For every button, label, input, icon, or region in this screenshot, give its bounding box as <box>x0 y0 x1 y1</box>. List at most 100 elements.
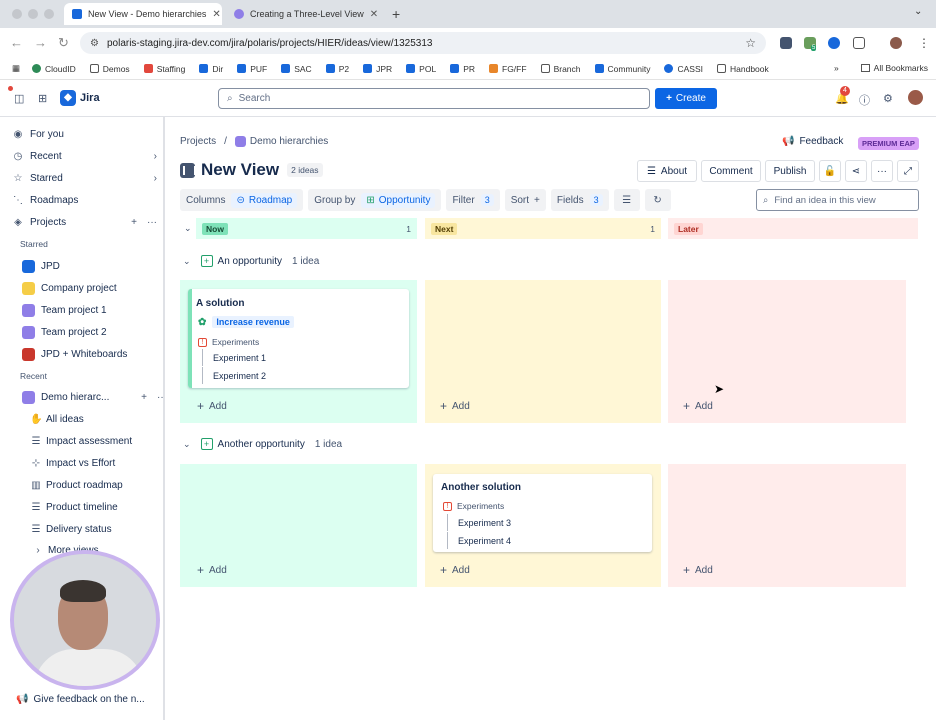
collapse-all-chevron-icon[interactable]: ⌄ <box>184 223 192 234</box>
bookmark-item[interactable]: Community <box>594 64 650 74</box>
profile-avatar[interactable] <box>890 37 902 49</box>
create-button[interactable]: + Create <box>655 88 717 109</box>
view-item-all-ideas[interactable]: ✋ All ideas <box>30 410 84 428</box>
all-bookmarks-button[interactable]: All Bookmarks <box>874 63 928 73</box>
bookmark-item[interactable]: PR <box>450 64 475 74</box>
search-input[interactable]: ⌕ Search <box>218 88 650 109</box>
new-tab-button[interactable]: + <box>392 6 400 22</box>
bookmark-item[interactable]: Dir <box>199 64 223 74</box>
project-item-jpd-whiteboards[interactable]: JPD + Whiteboards <box>22 345 163 363</box>
swimlane-header[interactable]: ⌄ + An opportunity 1 idea <box>183 252 319 270</box>
column-header-now[interactable]: Now 1 <box>196 218 417 239</box>
chevron-down-icon[interactable]: ⌄ <box>914 6 922 17</box>
bookmark-item[interactable]: Branch <box>540 64 581 74</box>
bookmark-item[interactable]: SAC <box>281 64 312 74</box>
reload-icon[interactable]: ↻ <box>58 35 69 51</box>
jira-logo-icon[interactable]: ◆ <box>60 90 76 106</box>
view-title-text[interactable]: New View <box>201 160 279 180</box>
give-feedback-link[interactable]: 📢 Give feedback on the n... <box>16 694 145 705</box>
project-item-company[interactable]: Company project <box>22 279 163 297</box>
bookmark-item[interactable]: Staffing <box>143 64 185 74</box>
goal-tag[interactable]: ✿ Increase revenue <box>198 316 294 328</box>
add-button[interactable]: + Add <box>440 563 470 577</box>
close-icon[interactable]: ✕ <box>206 9 220 20</box>
about-button[interactable]: ☰ About <box>637 160 697 182</box>
sort-button[interactable]: Sort + <box>504 189 546 211</box>
comment-button[interactable]: Comment <box>701 160 761 182</box>
filter-button[interactable]: Filter 3 <box>446 189 500 211</box>
experiment-item[interactable]: Experiment 1 <box>202 349 266 366</box>
window-maximize-button[interactable] <box>44 9 54 19</box>
bookmark-item[interactable]: POL <box>406 64 436 74</box>
bookmark-item[interactable]: Handbook <box>717 64 769 74</box>
chevron-down-icon[interactable]: ⌄ <box>183 439 191 450</box>
puzzle-extension-icon[interactable] <box>853 37 865 49</box>
more-bookmarks-button[interactable]: » <box>834 63 839 73</box>
forward-arrow-icon[interactable]: → <box>34 35 47 50</box>
add-button[interactable]: + Add <box>197 399 227 413</box>
project-item-team-1[interactable]: Team project 1 <box>22 301 163 319</box>
sidebar-item-recent[interactable]: ◷ Recent › <box>12 147 157 165</box>
bookmark-star-icon[interactable]: ☆ <box>745 36 756 50</box>
view-item-product-timeline[interactable]: ☰ Product timeline <box>30 498 118 516</box>
card-title[interactable]: A solution <box>196 298 245 309</box>
add-button[interactable]: + Add <box>683 563 713 577</box>
column-header-next[interactable]: Next 1 <box>425 218 661 239</box>
idea-card[interactable]: Another solution ! Experiments Experiment… <box>433 474 652 552</box>
publish-button[interactable]: Publish <box>765 160 815 182</box>
sidebar-toggle-icon[interactable]: ◫ <box>14 92 24 105</box>
app-switcher-icon[interactable]: ⊞ <box>38 92 47 105</box>
idea-card[interactable]: A solution ✿ Increase revenue ! Experiment… <box>188 289 409 388</box>
experiment-item[interactable]: Experiment 2 <box>202 367 266 384</box>
project-item-demo-hierarchies[interactable]: Demo hierarc...+··· <box>22 388 163 406</box>
swimlane-header[interactable]: ⌄ + Another opportunity 1 idea <box>183 435 342 453</box>
bookmark-item[interactable]: CASSI <box>664 64 703 74</box>
bookmark-item[interactable]: CloudID <box>32 64 76 74</box>
breadcrumb-project-link[interactable]: Demo hierarchies <box>250 136 328 147</box>
site-settings-icon[interactable]: ⚙ <box>90 38 99 49</box>
apps-icon[interactable]: ▦ <box>12 63 20 74</box>
plus-icon[interactable]: + <box>131 217 137 228</box>
browser-tab-active[interactable]: New View - Demo hierarchies ✕ <box>64 3 222 25</box>
view-item-product-roadmap[interactable]: ▥ Product roadmap <box>30 476 122 494</box>
close-icon[interactable]: ✕ <box>364 9 378 20</box>
add-button[interactable]: + Add <box>197 563 227 577</box>
bookmark-item[interactable]: Demos <box>89 64 130 74</box>
fullscreen-icon[interactable]: ⤢ <box>897 160 919 182</box>
find-idea-input[interactable]: ⌕ Find an idea in this view <box>756 189 919 211</box>
breadcrumb-projects-link[interactable]: Projects <box>180 136 216 147</box>
bookmark-item[interactable]: JPR <box>363 64 392 74</box>
app-name[interactable]: Jira <box>80 92 100 104</box>
view-item-delivery-status[interactable]: ☰ Delivery status <box>30 520 112 538</box>
columns-control[interactable]: Columns ⊝ Roadmap <box>180 189 304 211</box>
wrench-extension-icon[interactable] <box>780 37 792 49</box>
browser-tab[interactable]: Creating a Three-Level View ✕ <box>226 3 386 25</box>
sidebar-item-for-you[interactable]: ◉ For you <box>12 125 157 143</box>
add-button[interactable]: + Add <box>440 399 470 413</box>
url-field[interactable]: ⚙ polaris-staging.jira-dev.com/jira/pola… <box>80 32 766 54</box>
bookmark-item[interactable]: FG/FF <box>489 64 527 74</box>
more-icon[interactable]: ··· <box>157 392 163 403</box>
window-close-button[interactable] <box>12 9 22 19</box>
plus-icon[interactable]: + <box>141 392 147 403</box>
back-arrow-icon[interactable]: ← <box>10 35 23 50</box>
fields-button[interactable]: Fields 3 <box>550 189 609 211</box>
more-icon[interactable]: ··· <box>871 160 893 182</box>
lock-icon[interactable]: 🔓 <box>819 160 841 182</box>
columns-value-chip[interactable]: ⊝ Roadmap <box>231 192 298 208</box>
help-icon[interactable]: ⓘ <box>859 92 870 108</box>
chevron-down-icon[interactable]: ⌄ <box>183 256 191 267</box>
gear-icon[interactable]: ⚙ <box>883 92 893 105</box>
sidebar-item-roadmaps[interactable]: ⋱ Roadmaps <box>12 191 157 209</box>
kebab-menu-icon[interactable]: ⋮ <box>918 36 930 50</box>
group-by-control[interactable]: Group by ⊞ Opportunity <box>308 189 442 211</box>
experiment-item[interactable]: Experiment 3 <box>447 514 511 531</box>
sidebar-item-starred[interactable]: ☆ Starred › <box>12 169 157 187</box>
column-header-later[interactable]: Later <box>668 218 918 239</box>
layout-options-icon[interactable]: ☰ <box>613 189 640 211</box>
autosave-icon[interactable]: ↻ <box>644 189 671 211</box>
group-by-value-chip[interactable]: ⊞ Opportunity <box>361 192 436 208</box>
feedback-button[interactable]: 📢 Feedback <box>782 136 843 147</box>
window-minimize-button[interactable] <box>28 9 38 19</box>
project-item-jpd[interactable]: JPD <box>22 257 163 275</box>
